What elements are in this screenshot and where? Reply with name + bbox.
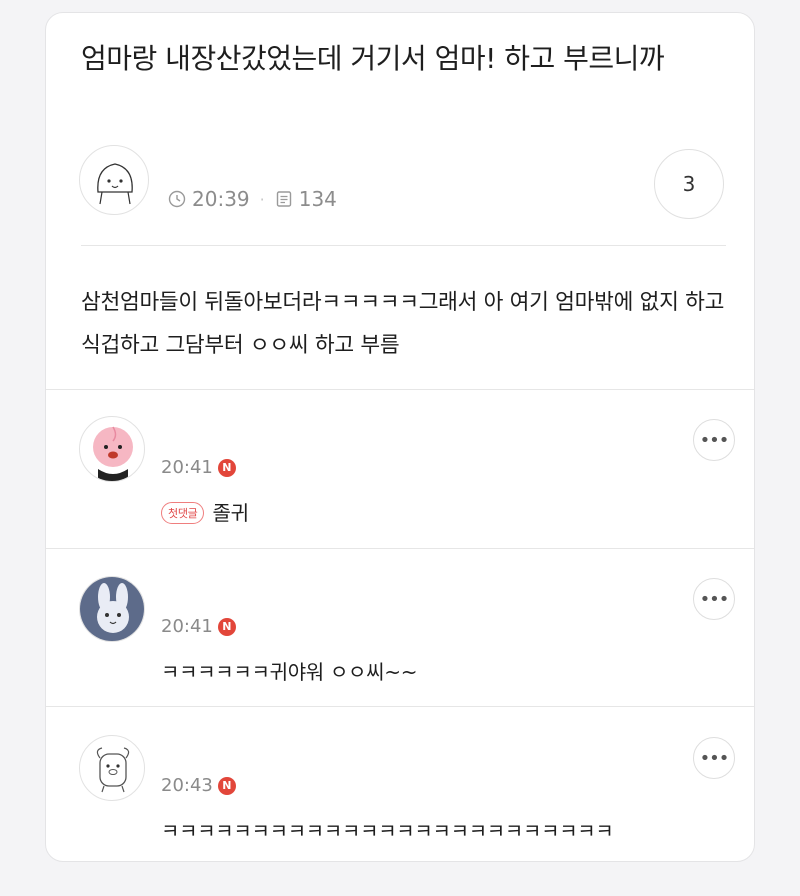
post-title: 엄마랑 내장산갔었는데 거기서 엄마! 하고 부르니까 <box>81 42 665 75</box>
clock-icon <box>168 190 186 208</box>
more-dots-icon[interactable]: ••• <box>693 578 735 620</box>
more-dots-icon[interactable]: ••• <box>693 419 735 461</box>
post-divider <box>46 389 754 390</box>
rabbit-character-avatar <box>80 577 144 641</box>
first-comment-badge: 첫댓글 <box>161 502 205 524</box>
piglet-character-avatar <box>96 747 130 793</box>
post-time: 20:39 <box>192 187 250 211</box>
new-badge: N <box>217 776 236 795</box>
post-meta: 20:39 · 134 <box>168 187 337 211</box>
comment-avatar[interactable] <box>79 416 145 482</box>
comment-time: 20:41 <box>161 616 213 637</box>
more-dots-icon[interactable]: ••• <box>693 737 735 779</box>
post-body: 삼천엄마들이 뒤돌아보더라ㅋㅋㅋㅋㅋ그래서 아 여기 엄마밖에 없지 하고 식겁… <box>81 290 725 358</box>
comment-body: ㅋㅋㅋㅋㅋㅋ귀야워 ㅇㅇ씨~~ <box>161 660 418 684</box>
post-views: 134 <box>298 187 337 211</box>
comment-count: 3 <box>682 172 696 196</box>
comment-avatar[interactable] <box>79 735 145 801</box>
comment-body: 졸귀 <box>212 501 249 525</box>
document-icon <box>276 191 291 207</box>
author-avatar-image <box>97 163 133 205</box>
comment-text: ㅋㅋㅋㅋㅋㅋㅋㅋㅋㅋㅋㅋㅋㅋㅋㅋㅋㅋㅋㅋㅋㅋㅋㅋㅋ <box>161 815 614 844</box>
title-divider <box>81 245 726 246</box>
new-badge: N <box>217 458 236 477</box>
post-card: 엄마랑 내장산갔었는데 거기서 엄마! 하고 부르니까 20:39 · 134 … <box>45 12 755 862</box>
author-avatar[interactable] <box>79 145 149 215</box>
meta-separator: · <box>259 189 265 209</box>
comment-text: 첫댓글 졸귀 <box>161 497 249 526</box>
comment-divider <box>46 548 754 549</box>
comment-time: 20:41 <box>161 457 213 478</box>
comment-meta: 20:41 N <box>161 457 236 478</box>
new-badge: N <box>217 617 236 636</box>
comment-meta: 20:43 N <box>161 775 236 796</box>
comment-avatar[interactable] <box>79 576 145 642</box>
peach-character-avatar <box>93 426 133 481</box>
comment-divider <box>46 706 754 707</box>
comment-body: ㅋㅋㅋㅋㅋㅋㅋㅋㅋㅋㅋㅋㅋㅋㅋㅋㅋㅋㅋㅋㅋㅋㅋㅋㅋ <box>161 819 614 843</box>
comment-count-button[interactable]: 3 <box>654 149 724 219</box>
comment-meta: 20:41 N <box>161 616 236 637</box>
comment-time: 20:43 <box>161 775 213 796</box>
comment-text: ㅋㅋㅋㅋㅋㅋ귀야워 ㅇㅇ씨~~ <box>161 656 417 685</box>
